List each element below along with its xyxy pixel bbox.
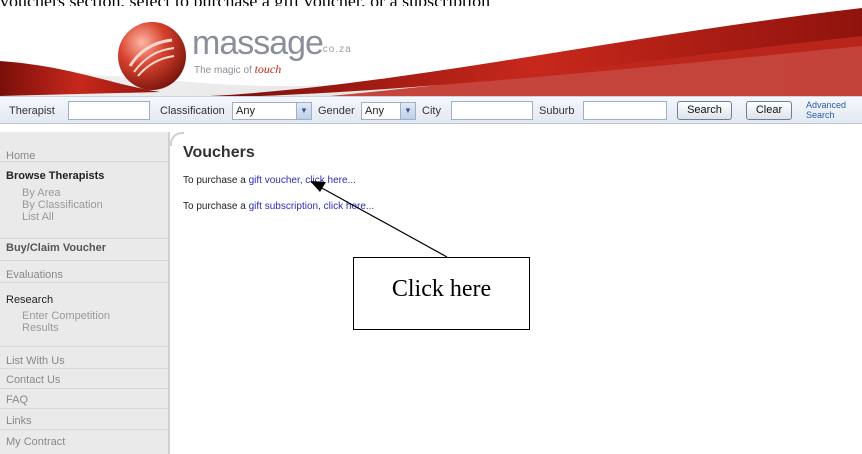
tagline-emphasis: touch (254, 62, 282, 76)
gift-voucher-line: To purchase a gift voucher, click here..… (183, 175, 356, 186)
city-input[interactable] (451, 101, 533, 120)
annotation-callout: Click here (353, 257, 530, 330)
chevron-down-icon[interactable]: ▼ (400, 103, 415, 119)
sidebar-item-my-contract[interactable]: My Contract (0, 430, 168, 454)
tagline-prefix: The magic of (194, 65, 252, 76)
therapist-label: Therapist (9, 105, 55, 117)
sidebar-subitem-results[interactable]: Results (22, 322, 59, 334)
logo-tagline: The magic of touch (194, 62, 281, 77)
city-label: City (422, 105, 441, 117)
sidebar-item-contact-us[interactable]: Contact Us (0, 369, 168, 389)
suburb-label: Suburb (539, 105, 575, 117)
sidebar-item-label: List With Us (6, 355, 65, 367)
logo-ball-icon (116, 20, 188, 92)
gift-subscription-link[interactable]: gift subscription, click here... (249, 201, 375, 212)
classification-value: Any (236, 105, 255, 117)
gift-voucher-prefix: To purchase a (183, 175, 246, 186)
sidebar-item-links[interactable]: Links (0, 409, 168, 430)
advanced-search-line2: Search (806, 110, 835, 120)
sidebar-item-label: My Contract (6, 436, 66, 448)
sidebar-item-research[interactable]: Research Enter Competition Results (0, 283, 168, 347)
sidebar-item-evaluations[interactable]: Evaluations (0, 261, 168, 283)
sidebar-item-label: Research (6, 294, 54, 306)
classification-label: Classification (160, 105, 225, 117)
sidebar-item-label: Evaluations (6, 269, 63, 281)
chevron-down-icon[interactable]: ▼ (296, 103, 311, 119)
sidebar-item-browse-therapists[interactable]: Browse Therapists By Area By Classificat… (0, 162, 168, 239)
sidebar-item-label: Browse Therapists (6, 170, 105, 182)
sidebar-item-buy-claim-voucher[interactable]: Buy/Claim Voucher (0, 239, 168, 261)
sidebar-item-label: FAQ (6, 394, 29, 406)
advanced-search-link[interactable]: Advanced Search (806, 100, 846, 120)
annotation-label: Click here (391, 276, 492, 302)
sidebar-item-faq[interactable]: FAQ (0, 389, 168, 409)
gender-value: Any (365, 105, 384, 117)
gender-label: Gender (318, 105, 355, 117)
sidebar-item-label: Buy/Claim Voucher (6, 242, 107, 254)
logo-wordmark: massage (192, 24, 324, 62)
logo-domain: .co.za (319, 44, 352, 55)
page-title: Vouchers (183, 144, 255, 161)
gift-subscription-line: To purchase a gift subscription, click h… (183, 201, 374, 212)
sidebar-item-home[interactable]: Home (0, 132, 168, 162)
sidebar-item-label: Home (6, 150, 36, 162)
sidebar-subitem-list-all[interactable]: List All (22, 211, 54, 223)
content-corner (170, 132, 184, 146)
clear-button[interactable]: Clear (746, 101, 792, 120)
sidebar-item-label: Contact Us (6, 374, 61, 386)
sidebar-item-label: Links (6, 415, 32, 427)
classification-select[interactable]: Any ▼ (232, 102, 312, 120)
gift-subscription-prefix: To purchase a (183, 201, 246, 212)
therapist-input[interactable] (68, 101, 150, 120)
sidebar-item-list-with-us[interactable]: List With Us (0, 347, 168, 369)
search-button[interactable]: Search (677, 101, 732, 120)
sidebar-subitem-by-classification[interactable]: By Classification (22, 199, 103, 211)
sidebar-subitem-by-area[interactable]: By Area (22, 187, 61, 199)
gender-select[interactable]: Any ▼ (361, 102, 416, 120)
sidebar: Home Browse Therapists By Area By Classi… (0, 132, 170, 454)
gift-voucher-link[interactable]: gift voucher, click here... (249, 175, 356, 186)
sidebar-subitem-enter-competition[interactable]: Enter Competition (22, 310, 110, 322)
suburb-input[interactable] (583, 101, 667, 120)
search-bar: Therapist Classification Any ▼ Gender An… (0, 96, 862, 124)
advanced-search-line1: Advanced (806, 100, 847, 110)
header-banner: massage .co.za The magic of touch (0, 6, 862, 96)
